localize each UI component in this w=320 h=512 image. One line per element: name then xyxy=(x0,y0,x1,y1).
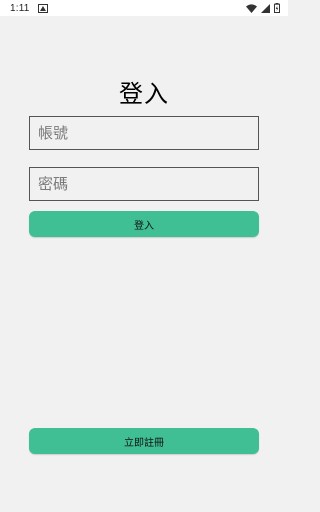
login-button[interactable]: 登入 xyxy=(29,211,259,237)
account-input[interactable] xyxy=(29,116,259,150)
register-button[interactable]: 立即註冊 xyxy=(29,428,259,454)
wifi-icon xyxy=(246,3,257,13)
password-input[interactable] xyxy=(29,167,259,201)
status-right xyxy=(246,3,280,13)
notification-icon xyxy=(37,3,48,13)
status-left: 1:11 xyxy=(10,3,48,14)
signal-icon xyxy=(261,3,270,13)
battery-icon xyxy=(274,3,280,13)
page-title: 登入 xyxy=(119,80,169,108)
status-time: 1:11 xyxy=(10,2,30,14)
status-bar: 1:11 xyxy=(0,0,288,16)
